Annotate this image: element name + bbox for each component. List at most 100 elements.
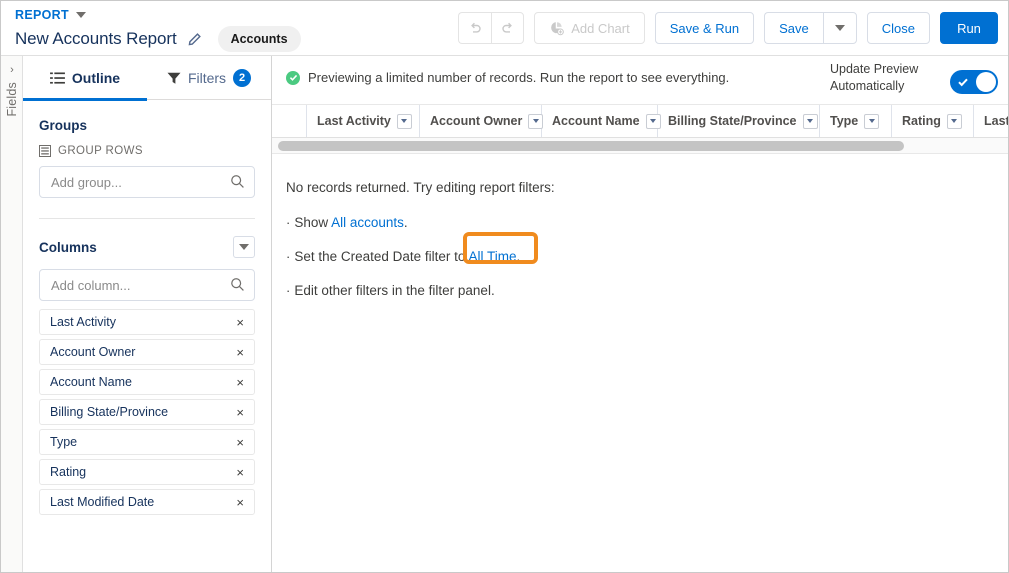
- column-chip[interactable]: Last Modified Date ×: [39, 489, 255, 515]
- tab-filters-label: Filters: [187, 70, 227, 86]
- add-chart-button[interactable]: Add Chart: [534, 12, 645, 44]
- rows-icon: [39, 145, 51, 157]
- bullet-dot: ·: [286, 283, 291, 298]
- column-chip-label: Account Name: [50, 375, 132, 389]
- column-header[interactable]: Billing State/Province: [658, 105, 820, 137]
- bullet-text: Edit other filters in the filter panel.: [294, 283, 494, 298]
- success-check-icon: [286, 70, 300, 85]
- bullet-text: Set the Created Date filter to All Time.: [294, 249, 520, 264]
- filter-icon: [167, 72, 181, 84]
- redo-button[interactable]: [491, 12, 525, 44]
- column-chip-label: Last Modified Date: [50, 495, 155, 509]
- chevron-down-icon: [239, 244, 249, 250]
- column-header[interactable]: Last Activity: [307, 105, 420, 137]
- chevron-down-icon[interactable]: [802, 113, 818, 129]
- close-icon[interactable]: ×: [235, 404, 245, 421]
- chevron-down-icon[interactable]: [946, 113, 962, 129]
- close-button[interactable]: Close: [866, 12, 930, 44]
- bullet-dot: ·: [286, 215, 291, 230]
- toggle-knob: [976, 72, 996, 92]
- column-chip-label: Rating: [50, 465, 87, 479]
- report-type-menu[interactable]: REPORT: [15, 8, 86, 22]
- report-preview-area: Previewing a limited number of records. …: [272, 56, 1008, 572]
- search-icon: [230, 174, 245, 194]
- update-preview-toggle[interactable]: [950, 70, 998, 94]
- bullet-prefix: Edit other filters in the filter panel.: [294, 283, 495, 298]
- redo-icon: [502, 22, 512, 33]
- column-chip[interactable]: Rating ×: [39, 459, 255, 485]
- run-button[interactable]: Run: [940, 12, 998, 44]
- column-chip[interactable]: Last Activity ×: [39, 309, 255, 335]
- bullet-suffix: .: [403, 215, 408, 230]
- group-rows-label: GROUP ROWS: [58, 145, 143, 157]
- app-header: REPORT New Accounts Report Accounts Add …: [1, 1, 1008, 56]
- columns-menu-button[interactable]: [233, 236, 255, 258]
- empty-state-bullet: · Show All accounts.: [286, 215, 1008, 230]
- report-object-pill[interactable]: Accounts: [217, 26, 301, 52]
- chevron-right-icon: ›: [10, 64, 14, 76]
- fields-rail-inner: › Fields: [1, 62, 23, 192]
- undo-icon: [471, 22, 481, 33]
- outline-panel: Outline Filters 2 Groups GROUP ROWS Add …: [23, 56, 272, 572]
- add-group-placeholder: Add group...: [51, 174, 122, 190]
- filters-count-badge: 2: [233, 69, 252, 87]
- update-preview-line2: Automatically: [830, 79, 905, 93]
- column-header[interactable]: Account Name: [542, 105, 661, 137]
- chevron-down-icon[interactable]: [864, 113, 880, 129]
- column-header[interactable]: Last Modified Date: [974, 105, 1008, 137]
- close-icon[interactable]: ×: [235, 494, 245, 511]
- preview-status-bar: Previewing a limited number of records. …: [272, 56, 1008, 105]
- empty-state: No records returned. Try editing report …: [272, 154, 1008, 298]
- search-icon: [230, 277, 245, 297]
- bullet-link[interactable]: All accounts: [331, 215, 404, 230]
- fields-panel-rail[interactable]: › Fields: [1, 56, 23, 572]
- close-icon[interactable]: ×: [235, 434, 245, 451]
- chevron-down-icon: [75, 12, 86, 18]
- empty-state-suggestions: · Show All accounts. · Set the Created Date…: [286, 215, 1008, 298]
- column-header[interactable]: Account Owner: [420, 105, 544, 137]
- panel-divider: [39, 218, 255, 219]
- undo-button[interactable]: [458, 12, 492, 44]
- column-chip-label: Account Owner: [50, 345, 136, 359]
- chevron-down-icon[interactable]: [396, 113, 412, 129]
- title-row: New Accounts Report Accounts: [15, 26, 301, 52]
- column-chip[interactable]: Account Owner ×: [39, 339, 255, 365]
- bullet-prefix: Show: [294, 215, 332, 230]
- column-chip[interactable]: Billing State/Province ×: [39, 399, 255, 425]
- save-menu-button[interactable]: [822, 12, 857, 44]
- close-icon[interactable]: ×: [235, 344, 245, 361]
- table-header-row: Last Activity Account Owner Account Name Bi…: [272, 105, 1008, 138]
- save-button[interactable]: Save: [764, 12, 823, 44]
- tab-filters[interactable]: Filters 2: [147, 56, 271, 100]
- groups-section: Groups GROUP ROWS Add group... Columns A…: [23, 118, 271, 515]
- columns-list: Last Activity × Account Owner × Account Name…: [39, 309, 255, 515]
- horizontal-scrollbar[interactable]: [272, 138, 1008, 154]
- column-header[interactable]: Rating: [892, 105, 974, 137]
- column-header[interactable]: Type: [820, 105, 892, 137]
- add-group-input[interactable]: Add group...: [39, 166, 255, 198]
- column-chip-label: Billing State/Province: [50, 405, 169, 419]
- bullet-dot: ·: [286, 249, 291, 264]
- empty-state-bullet: · Set the Created Date filter to All Time…: [286, 249, 1008, 264]
- column-chip[interactable]: Account Name ×: [39, 369, 255, 395]
- close-icon[interactable]: ×: [235, 314, 245, 331]
- column-header-label: Rating: [902, 114, 941, 128]
- bullet-link[interactable]: All Time: [468, 249, 516, 264]
- close-icon[interactable]: ×: [235, 464, 245, 481]
- fields-rail-label: Fields: [5, 82, 19, 117]
- save-and-run-button[interactable]: Save & Run: [654, 12, 755, 44]
- outline-icon: [49, 71, 65, 84]
- column-chip[interactable]: Type ×: [39, 429, 255, 455]
- update-preview-line1: Update Preview: [830, 62, 919, 76]
- column-header-label: Last Modified Date: [984, 114, 1008, 128]
- tab-outline[interactable]: Outline: [23, 56, 147, 101]
- groups-title: Groups: [39, 118, 88, 133]
- pencil-icon[interactable]: [187, 32, 202, 47]
- preview-message: Previewing a limited number of records. …: [308, 70, 730, 85]
- update-preview-label: Update Preview Automatically: [830, 61, 940, 95]
- scrollbar-thumb[interactable]: [278, 141, 904, 151]
- save-split-button: Save: [764, 12, 857, 44]
- add-column-input[interactable]: Add column...: [39, 269, 255, 301]
- close-icon[interactable]: ×: [235, 374, 245, 391]
- columns-header: Columns: [39, 236, 255, 258]
